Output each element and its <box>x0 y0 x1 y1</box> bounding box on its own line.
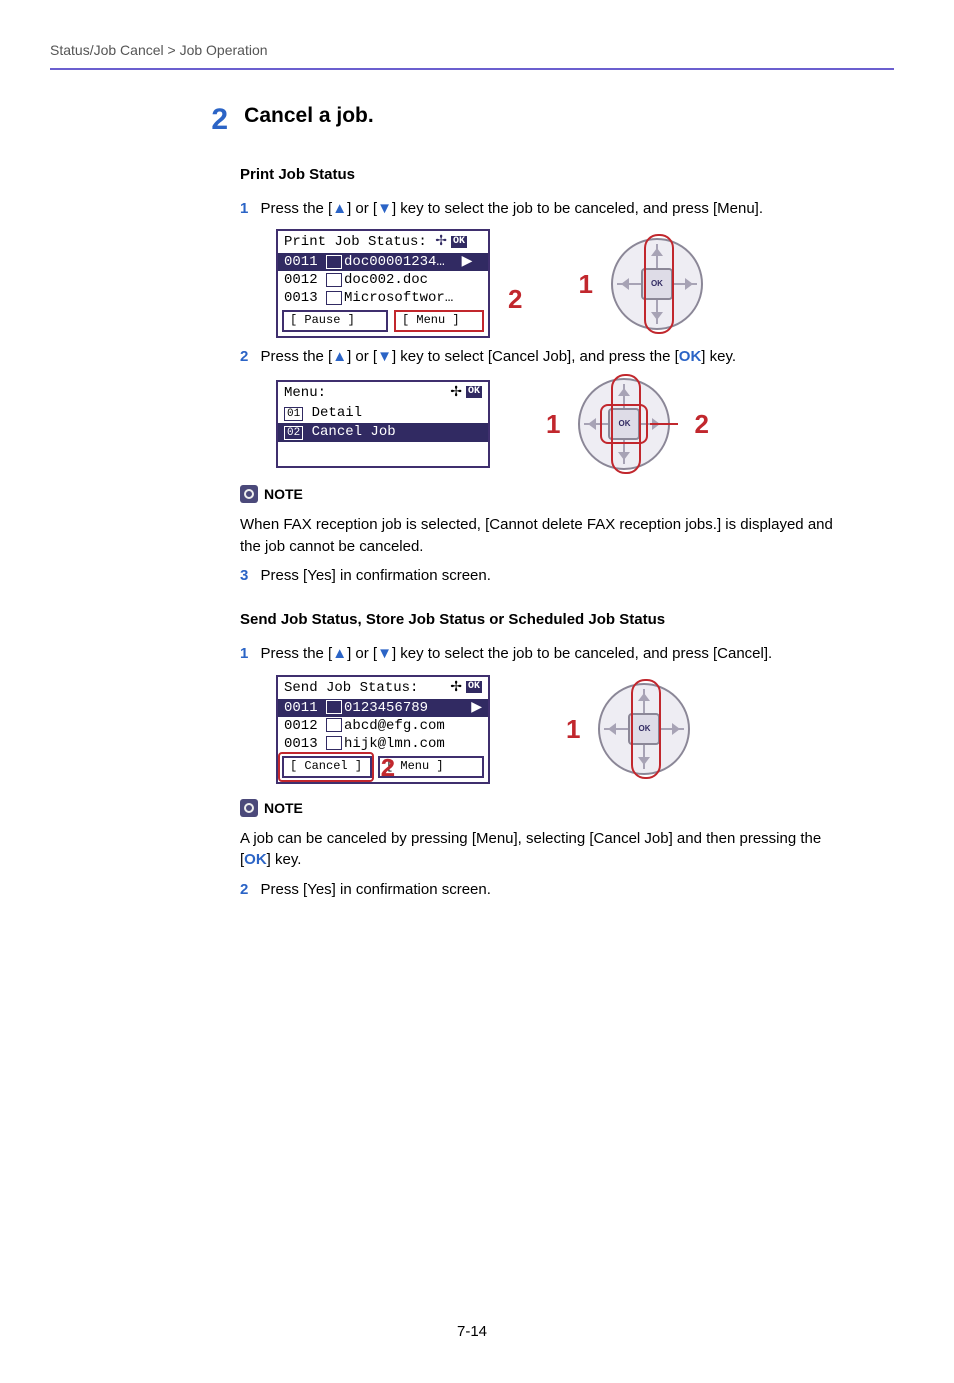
up-arrow-icon: ▲ <box>332 200 347 217</box>
callout-2: 2 <box>508 286 522 312</box>
callout-2: 2 <box>380 756 396 782</box>
print-lcd-row2[interactable]: 0012 doc002.doc <box>278 271 488 289</box>
document-icon <box>326 273 342 287</box>
send-job-status-heading: Send Job Status, Store Job Status or Sch… <box>240 609 844 631</box>
dpad-down-icon[interactable] <box>651 312 663 320</box>
lcd-menu-button[interactable]: [ Menu ] <box>394 310 484 332</box>
note-block: NOTE When FAX reception job is selected,… <box>240 484 844 557</box>
down-arrow-icon: ▼ <box>377 645 392 662</box>
send-lcd-row1[interactable]: 0011 0123456789▶ <box>278 699 488 717</box>
send-lcd-row2[interactable]: 0012 abcd@efg.com <box>278 717 488 735</box>
up-arrow-icon: ▲ <box>332 348 347 365</box>
send-step2: 2 Press [Yes] in confirmation screen. <box>240 879 844 901</box>
substep-number: 2 <box>240 348 248 365</box>
dpad-right-icon[interactable] <box>672 723 680 735</box>
navigation-pad[interactable]: OK <box>598 683 690 775</box>
dpad-up-icon[interactable] <box>651 248 663 256</box>
send-step1: 1 Press the [▲] or [▼] key to select the… <box>240 643 844 665</box>
dpad-down-icon[interactable] <box>638 757 650 765</box>
document-icon <box>326 255 342 269</box>
navigation-pad[interactable]: OK <box>611 238 703 330</box>
dpad-up-icon[interactable] <box>638 693 650 701</box>
print-status-lcd: Print Job Status: ✢OK 0011 doc00001234… … <box>276 229 490 338</box>
print-step1: 1 Press the [▲] or [▼] key to select the… <box>240 198 844 220</box>
dpad-left-icon[interactable] <box>621 278 629 290</box>
substep-number: 1 <box>240 645 248 662</box>
dpad-left-icon[interactable] <box>608 723 616 735</box>
substep-number: 3 <box>240 567 248 584</box>
send-lcd-row3[interactable]: 0013 hijk@lmn.com <box>278 735 488 753</box>
print-lcd-row3[interactable]: 0013 Microsoftwor… <box>278 289 488 307</box>
page-footer: 7-14 <box>50 1321 894 1343</box>
email-icon <box>326 736 342 750</box>
lcd-cancel-button[interactable]: [ Cancel ] <box>282 756 372 778</box>
callout-1: 1 <box>546 411 560 437</box>
print-lcd-row1[interactable]: 0011 doc00001234… ▶ <box>278 253 488 271</box>
up-arrow-icon: ▲ <box>332 645 347 662</box>
dpad-down-icon[interactable] <box>618 452 630 460</box>
lcd-pause-button[interactable]: [ Pause ] <box>282 310 388 332</box>
document-icon <box>326 291 342 305</box>
print-job-status-heading: Print Job Status <box>240 164 844 186</box>
ok-button[interactable]: OK <box>628 713 660 745</box>
gear-icon <box>240 485 258 503</box>
substep-number: 2 <box>240 881 248 898</box>
down-arrow-icon: ▼ <box>377 348 392 365</box>
callout-2: 2 <box>694 411 708 437</box>
send-status-lcd: Send Job Status:✢OK 0011 0123456789▶ 001… <box>276 675 490 784</box>
ok-button[interactable]: OK <box>641 268 673 300</box>
step-title: Cancel a job. <box>244 98 374 131</box>
gear-icon <box>240 799 258 817</box>
dpad-right-icon[interactable] <box>685 278 693 290</box>
dpad-left-icon[interactable] <box>588 418 596 430</box>
ok-button[interactable]: OK <box>608 408 640 440</box>
callout-1: 1 <box>566 716 580 742</box>
print-step2: 2 Press the [▲] or [▼] key to select [Ca… <box>240 346 844 368</box>
email-icon <box>326 718 342 732</box>
cancel-menu-lcd: Menu:✢OK 01 Detail 02 Cancel Job <box>276 380 490 468</box>
fax-icon <box>326 700 342 714</box>
step-number: 2 <box>190 98 228 142</box>
divider <box>50 68 894 70</box>
substep-number: 1 <box>240 200 248 217</box>
navigation-pad[interactable]: OK <box>578 378 670 470</box>
menu-lcd-cancel-job[interactable]: 02 Cancel Job <box>278 423 488 442</box>
callout-1: 1 <box>578 271 592 297</box>
note-block: NOTE A job can be canceled by pressing [… <box>240 798 844 871</box>
menu-lcd-detail[interactable]: 01 Detail <box>278 404 488 423</box>
print-step3: 3 Press [Yes] in confirmation screen. <box>240 565 844 587</box>
down-arrow-icon: ▼ <box>377 200 392 217</box>
callout-line <box>650 423 678 425</box>
breadcrumb: Status/Job Cancel > Job Operation <box>50 40 894 60</box>
dpad-up-icon[interactable] <box>618 388 630 396</box>
